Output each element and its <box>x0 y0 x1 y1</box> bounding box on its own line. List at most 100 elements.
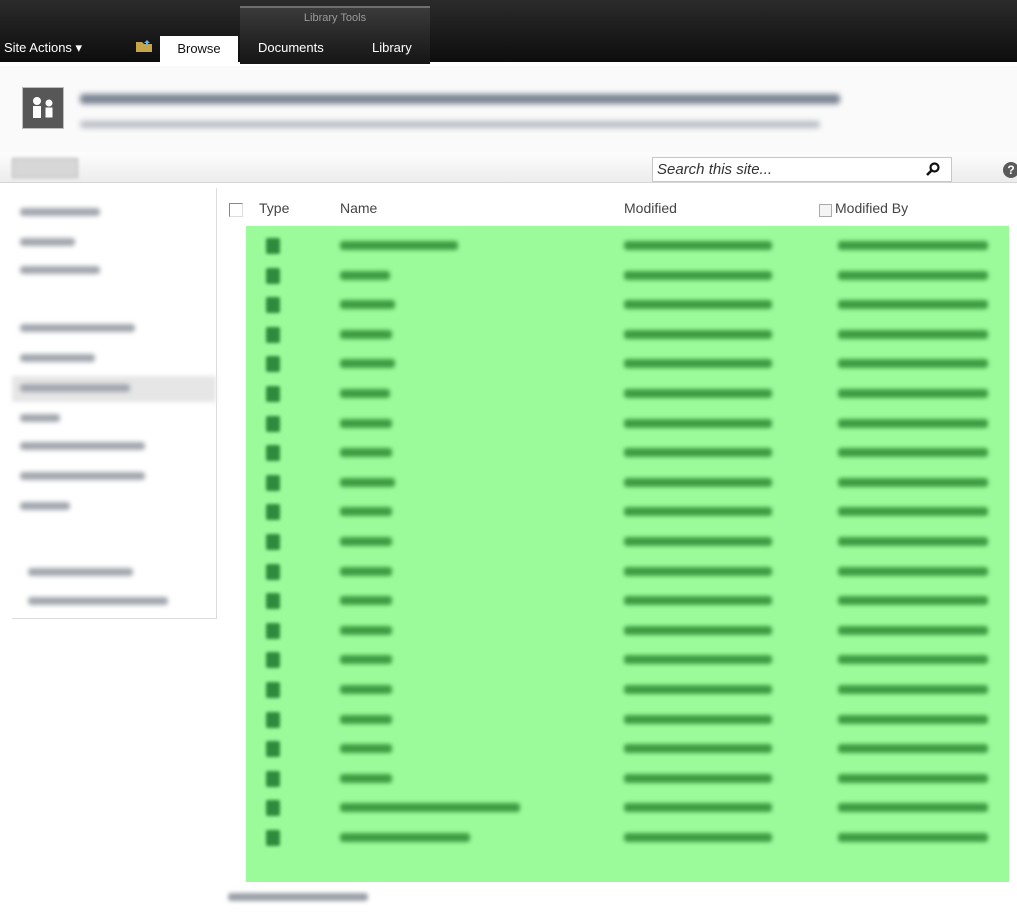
add-document-link-blurred[interactable] <box>228 893 368 901</box>
modified-by-blurred[interactable] <box>838 803 988 813</box>
table-row[interactable] <box>246 823 1009 852</box>
document-icon[interactable] <box>266 238 280 254</box>
table-row[interactable] <box>246 320 1009 349</box>
table-row[interactable] <box>246 261 1009 290</box>
column-header-modified[interactable]: Modified <box>624 200 677 216</box>
table-row[interactable] <box>246 497 1009 526</box>
document-icon[interactable] <box>266 770 280 787</box>
tab-browse[interactable]: Browse <box>160 36 238 66</box>
quick-launch-item[interactable] <box>20 414 60 422</box>
document-icon[interactable] <box>266 445 280 462</box>
document-name-blurred[interactable] <box>340 537 392 546</box>
navigate-up-icon[interactable] <box>135 39 153 53</box>
table-row[interactable] <box>246 645 1009 674</box>
document-name-blurred[interactable] <box>340 625 392 635</box>
modified-by-blurred[interactable] <box>838 389 988 398</box>
document-icon[interactable] <box>266 711 280 728</box>
quick-launch-item[interactable] <box>20 324 135 332</box>
quick-launch-item[interactable] <box>20 472 145 480</box>
select-all-checkbox[interactable] <box>229 203 243 217</box>
document-icon[interactable] <box>266 534 280 550</box>
document-icon[interactable] <box>266 326 280 343</box>
quick-launch-item[interactable] <box>20 502 70 510</box>
document-icon[interactable] <box>266 504 280 521</box>
document-name-blurred[interactable] <box>340 241 458 250</box>
document-icon[interactable] <box>266 682 280 698</box>
table-row[interactable] <box>246 349 1009 378</box>
quick-launch-item[interactable] <box>20 442 145 450</box>
modified-by-blurred[interactable] <box>838 300 988 310</box>
table-row[interactable] <box>246 379 1009 408</box>
document-icon[interactable] <box>266 267 280 284</box>
document-icon[interactable] <box>266 386 280 402</box>
table-row[interactable] <box>246 764 1009 793</box>
table-row[interactable] <box>246 527 1009 556</box>
modified-by-blurred[interactable] <box>838 507 988 517</box>
document-name-blurred[interactable] <box>340 773 392 783</box>
document-icon[interactable] <box>266 563 280 580</box>
site-logo[interactable] <box>22 87 64 129</box>
column-header-type[interactable]: Type <box>259 200 289 216</box>
document-icon[interactable] <box>266 800 280 817</box>
modified-by-blurred[interactable] <box>838 329 988 339</box>
document-icon[interactable] <box>266 741 280 758</box>
table-row[interactable] <box>246 231 1009 260</box>
column-header-name[interactable]: Name <box>340 200 377 216</box>
table-row[interactable] <box>246 675 1009 704</box>
document-name-blurred[interactable] <box>340 596 392 606</box>
table-row[interactable] <box>246 586 1009 615</box>
site-actions-menu[interactable]: Site Actions ▾ <box>4 40 82 56</box>
table-row[interactable] <box>246 616 1009 645</box>
modified-by-blurred[interactable] <box>838 359 988 369</box>
quick-launch-item[interactable] <box>28 568 133 576</box>
document-icon[interactable] <box>266 622 280 639</box>
document-name-blurred[interactable] <box>340 655 392 665</box>
column-header-modified-by[interactable]: Modified By <box>835 200 908 216</box>
modified-by-blurred[interactable] <box>838 477 988 487</box>
table-row[interactable] <box>246 438 1009 467</box>
quick-launch-item[interactable] <box>20 208 100 216</box>
document-name-blurred[interactable] <box>340 477 395 487</box>
search-icon[interactable] <box>925 161 941 177</box>
document-name-blurred[interactable] <box>340 448 392 458</box>
search-input[interactable] <box>655 158 909 180</box>
modified-by-blurred[interactable] <box>838 685 988 694</box>
modified-by-blurred[interactable] <box>838 270 988 280</box>
column-filter-icon[interactable] <box>819 204 832 217</box>
table-row[interactable] <box>246 734 1009 763</box>
document-name-blurred[interactable] <box>340 833 470 842</box>
table-row[interactable] <box>246 705 1009 734</box>
document-name-blurred[interactable] <box>340 803 520 813</box>
table-row[interactable] <box>246 468 1009 497</box>
modified-by-blurred[interactable] <box>838 418 988 428</box>
modified-by-blurred[interactable] <box>838 537 988 546</box>
table-row[interactable] <box>246 290 1009 319</box>
modified-by-blurred[interactable] <box>838 448 988 458</box>
document-icon[interactable] <box>266 593 280 610</box>
modified-by-blurred[interactable] <box>838 833 988 842</box>
modified-by-blurred[interactable] <box>838 714 988 724</box>
table-row[interactable] <box>246 557 1009 586</box>
quick-launch-item[interactable] <box>28 597 168 605</box>
document-name-blurred[interactable] <box>340 507 392 517</box>
document-name-blurred[interactable] <box>340 685 392 694</box>
document-icon[interactable] <box>266 415 280 432</box>
modified-by-blurred[interactable] <box>838 596 988 606</box>
document-icon[interactable] <box>266 652 280 669</box>
tab-library[interactable]: Library <box>372 40 412 55</box>
document-name-blurred[interactable] <box>340 300 395 310</box>
help-icon[interactable]: ? <box>1003 162 1017 178</box>
document-name-blurred[interactable] <box>340 714 392 724</box>
modified-by-blurred[interactable] <box>838 744 988 754</box>
document-name-blurred[interactable] <box>340 418 392 428</box>
modified-by-blurred[interactable] <box>838 241 988 250</box>
table-row[interactable] <box>246 793 1009 822</box>
quick-launch-item[interactable] <box>20 384 130 392</box>
table-row[interactable] <box>246 409 1009 438</box>
document-name-blurred[interactable] <box>340 566 392 576</box>
quick-launch-item[interactable] <box>20 266 100 274</box>
document-icon[interactable] <box>266 297 280 314</box>
modified-by-blurred[interactable] <box>838 566 988 576</box>
document-icon[interactable] <box>266 474 280 491</box>
document-name-blurred[interactable] <box>340 389 390 398</box>
